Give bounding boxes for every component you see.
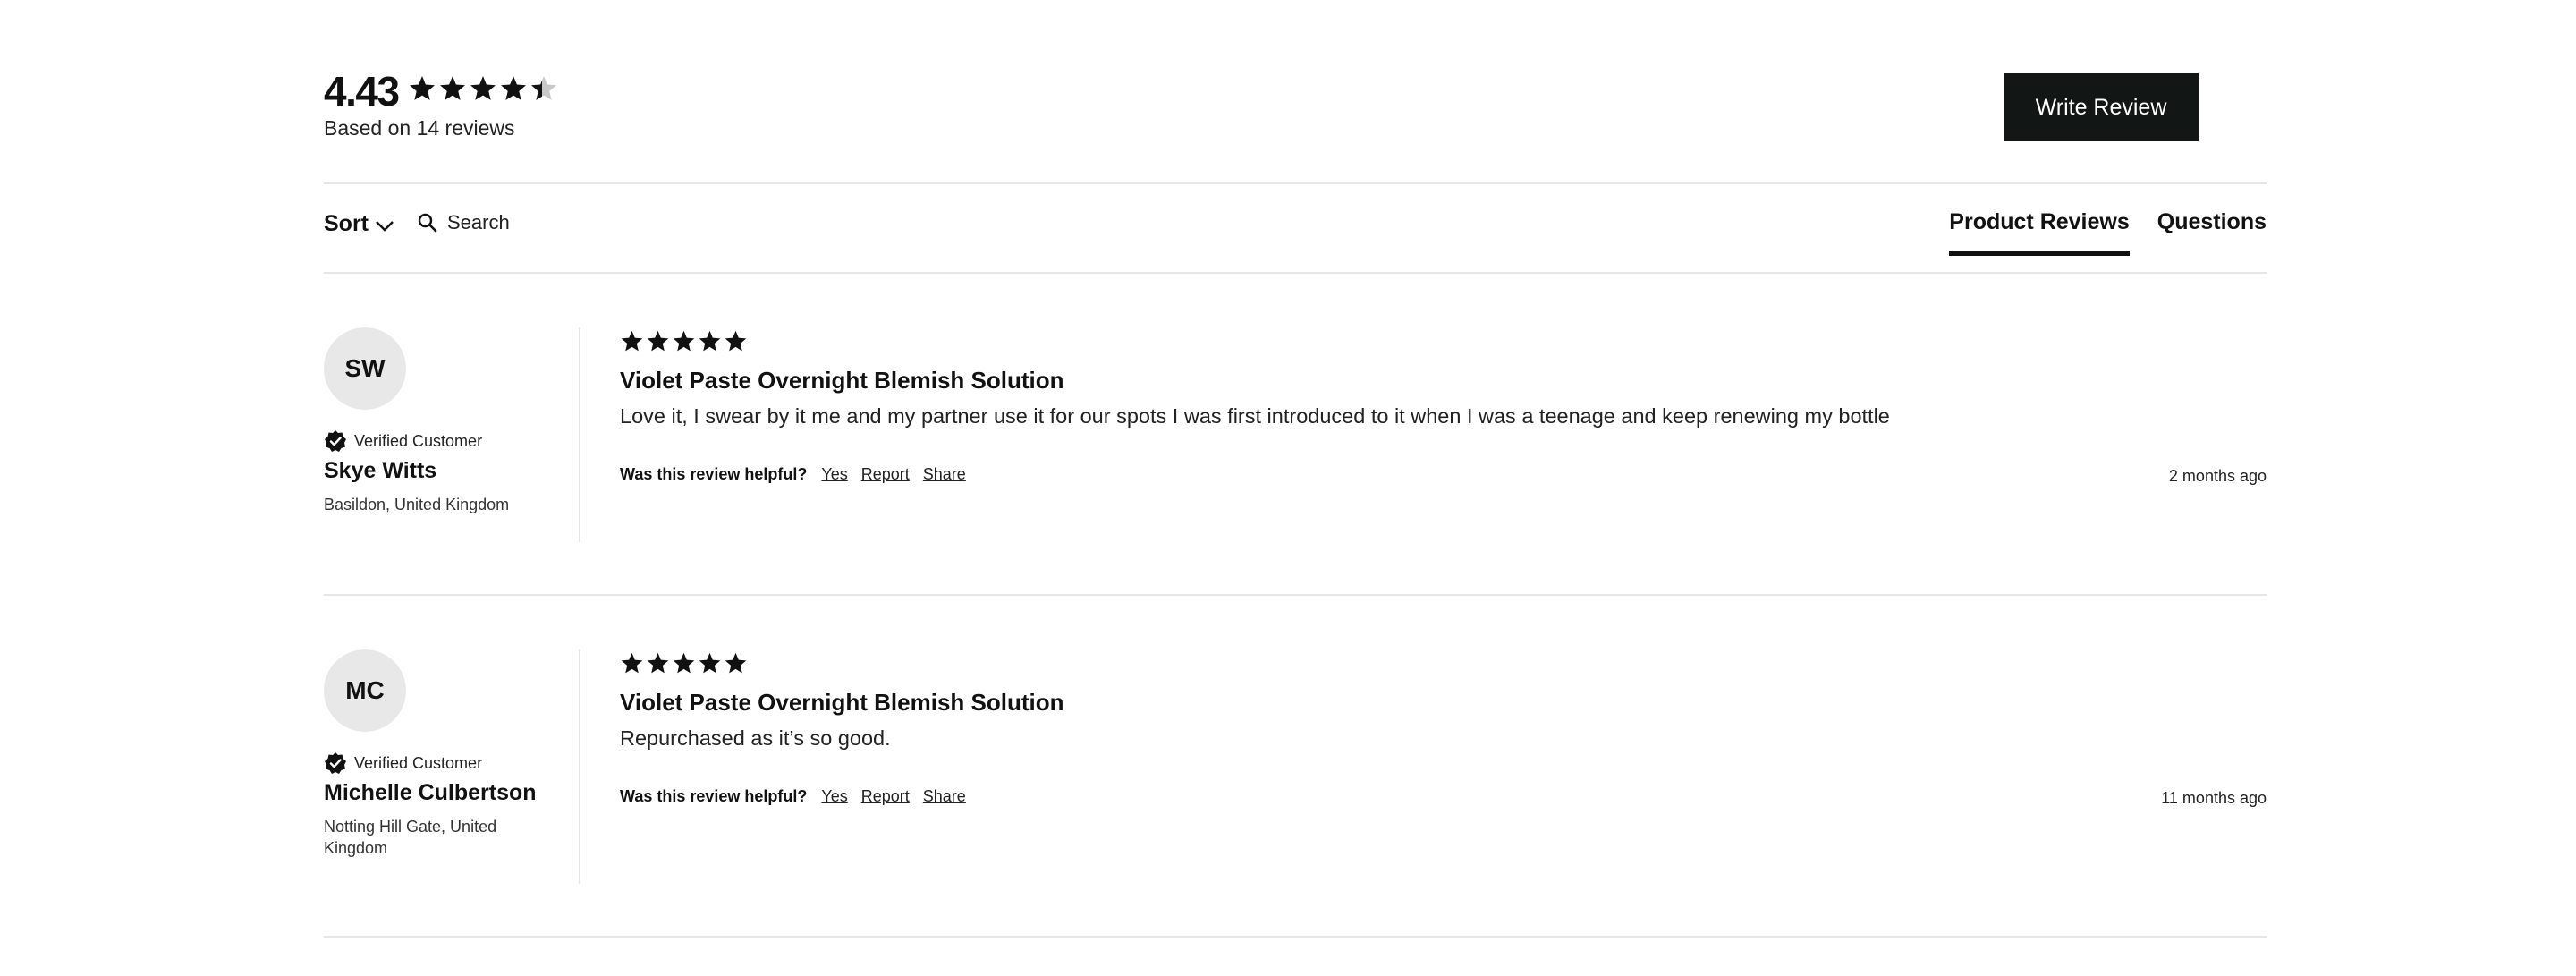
review-title: Violet Paste Overnight Blemish Solution <box>620 367 1064 394</box>
share-link[interactable]: Share <box>923 787 966 806</box>
star-icon <box>439 76 465 100</box>
star-icon <box>470 76 496 100</box>
helpful-row: Was this review helpful? Yes Report Shar… <box>620 465 966 484</box>
write-review-button[interactable]: Write Review <box>2004 73 2199 141</box>
star-icon <box>699 330 721 352</box>
chevron-down-icon <box>376 220 394 232</box>
avatar: MC <box>324 649 406 732</box>
column-divider <box>579 327 580 542</box>
review-star-rating <box>620 329 750 353</box>
review-item: MC Verified Customer Michelle Culbertson… <box>324 649 2267 884</box>
star-icon <box>500 76 526 100</box>
reviews-widget: 4.43 Based on 14 reviews Write Review So… <box>324 0 2267 976</box>
report-link[interactable]: Report <box>861 465 910 484</box>
search-icon <box>418 213 437 233</box>
sort-label: Sort <box>324 211 369 236</box>
column-divider <box>579 649 580 884</box>
review-count: Based on 14 reviews <box>324 116 515 140</box>
share-link[interactable]: Share <box>923 465 966 484</box>
verified-badge-icon <box>325 430 346 452</box>
reviewer-info: MC Verified Customer Michelle Culbertson… <box>324 649 556 857</box>
star-icon <box>699 652 721 674</box>
helpful-question: Was this review helpful? <box>620 787 808 805</box>
verified-label: Verified Customer <box>354 431 483 450</box>
review-star-rating <box>620 651 750 675</box>
reviewer-location: Basildon, United Kingdom <box>324 496 510 513</box>
star-icon <box>409 76 435 100</box>
star-icon <box>647 330 669 352</box>
helpful-row: Was this review helpful? Yes Report Shar… <box>620 787 966 806</box>
rating-line: 4.43 <box>324 66 560 116</box>
tab-product-reviews[interactable]: Product Reviews <box>1949 209 2131 256</box>
star-icon <box>673 652 695 674</box>
reviewer-location: Notting Hill Gate, United Kingdom <box>324 818 497 857</box>
reviewer-info: SW Verified Customer Skye Witts Basildon… <box>324 327 556 513</box>
helpful-question: Was this review helpful? <box>620 465 808 483</box>
search-input[interactable] <box>447 209 608 236</box>
reviews-toolbar: Sort Product Reviews Questions <box>324 184 2267 272</box>
summary-star-rating <box>408 74 560 103</box>
tab-questions[interactable]: Questions <box>2157 209 2267 256</box>
review-item: SW Verified Customer Skye Witts Basildon… <box>324 327 2267 542</box>
sort-dropdown[interactable]: Sort <box>324 211 395 237</box>
verified-badge-icon <box>325 752 346 774</box>
divider <box>324 272 2267 274</box>
review-body: Love it, I swear by it me and my partner… <box>620 404 1890 428</box>
star-icon <box>724 330 747 352</box>
verified-label: Verified Customer <box>354 753 483 772</box>
star-icon <box>673 330 695 352</box>
star-icon <box>621 330 643 352</box>
review-tabs: Product Reviews Questions <box>1949 209 2267 256</box>
reviews-summary: 4.43 Based on 14 reviews Write Review <box>324 64 2267 154</box>
avatar: SW <box>324 327 406 410</box>
helpful-yes-link[interactable]: Yes <box>821 465 847 484</box>
divider <box>324 936 2267 938</box>
review-date: 11 months ago <box>2161 789 2267 807</box>
review-body: Repurchased as it’s so good. <box>620 726 891 750</box>
star-icon <box>530 76 556 100</box>
review-date: 2 months ago <box>2168 467 2267 485</box>
report-link[interactable]: Report <box>861 787 910 806</box>
star-icon <box>724 652 747 674</box>
average-rating: 4.43 <box>324 68 400 115</box>
reviewer-name: Michelle Culbertson <box>324 780 537 805</box>
verified-badge: Verified Customer <box>324 429 482 453</box>
helpful-yes-link[interactable]: Yes <box>821 787 847 806</box>
star-icon <box>621 652 643 674</box>
divider <box>324 594 2267 596</box>
reviewer-name: Skye Witts <box>324 458 437 483</box>
verified-badge: Verified Customer <box>324 751 482 775</box>
search-box[interactable] <box>417 209 608 236</box>
review-title: Violet Paste Overnight Blemish Solution <box>620 689 1064 716</box>
star-icon <box>647 652 669 674</box>
